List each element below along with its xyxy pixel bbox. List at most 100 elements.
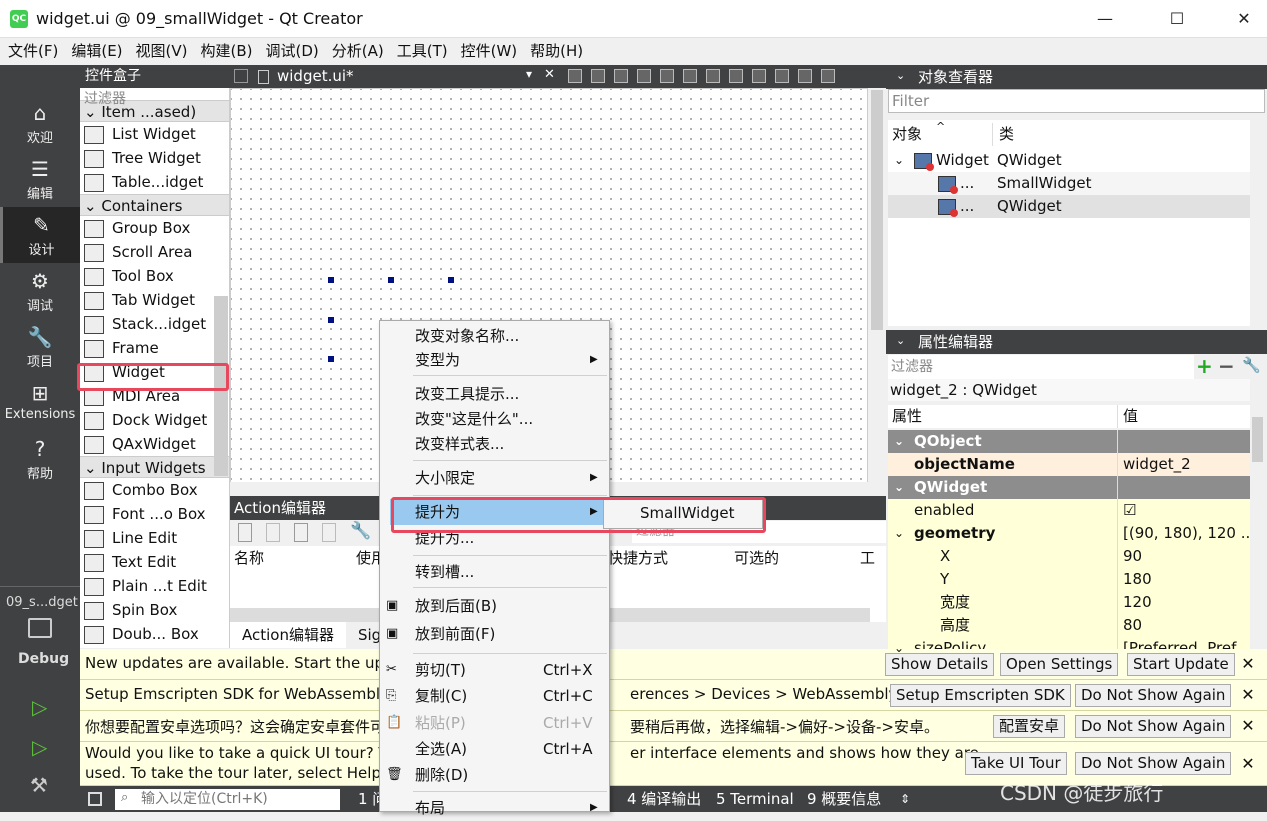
widget-box-item[interactable]: Table...idget — [80, 170, 229, 194]
widget-box-item[interactable]: Plain ...t Edit — [80, 574, 229, 598]
copy-action-icon[interactable] — [266, 523, 280, 542]
menu-item[interactable]: 构建(B) — [196, 38, 258, 65]
toggle-sidebar-icon[interactable] — [88, 792, 102, 806]
wrench-icon[interactable]: 🔧 — [1242, 356, 1261, 374]
maximize-button[interactable]: ☐ — [1154, 0, 1200, 38]
property-row[interactable]: 高度 80 — [888, 614, 1250, 637]
property-value[interactable]: widget_2 — [1120, 453, 1250, 476]
close-icon[interactable]: ✕ — [1240, 654, 1256, 673]
output-pane-button[interactable]: 5 Terminal — [716, 786, 794, 812]
tree-row-child[interactable]: ... SmallWidget — [888, 172, 1250, 195]
edit-buddies-icon[interactable] — [614, 69, 628, 83]
property-scrollbar[interactable] — [1250, 403, 1265, 648]
widget-box-item[interactable]: Stack...idget — [80, 312, 229, 336]
layout-horizontal-icon[interactable] — [660, 69, 674, 83]
mode-项目[interactable]: 🔧 项目 — [0, 319, 80, 375]
layout-vertical-icon[interactable] — [683, 69, 697, 83]
mode-帮助[interactable]: ? 帮助 — [0, 431, 80, 487]
minimize-button[interactable]: — — [1082, 0, 1128, 38]
widget-box-item[interactable]: Spin Box — [80, 598, 229, 622]
selection-handle[interactable] — [328, 356, 334, 362]
expand-arrow-icon[interactable]: ⌄ — [894, 637, 904, 660]
collapse-arrow-icon[interactable]: ⌄ — [84, 459, 101, 477]
run-icon[interactable]: ▷ — [32, 695, 47, 719]
context-menu-item[interactable]: ▣ 放到后面(B) — [380, 593, 609, 619]
property-value[interactable]: [(90, 180), 120 ... — [1120, 522, 1250, 545]
context-menu-item[interactable]: ⎘ 复制(C) Ctrl+C — [380, 683, 609, 709]
add-property-icon[interactable]: + — [1196, 354, 1213, 378]
context-menu-item[interactable]: 改变对象名称... — [380, 323, 609, 349]
canvas-vertical-scrollbar[interactable] — [868, 88, 886, 493]
widget-box-item[interactable]: Doub... Box — [80, 622, 229, 646]
delete-action-icon[interactable] — [322, 523, 336, 542]
monitor-icon[interactable] — [28, 618, 52, 638]
context-menu-item[interactable]: 变型为 ▶ — [380, 347, 609, 373]
menu-item[interactable]: 控件(W) — [456, 38, 523, 65]
chevron-down-icon[interactable]: ▾ — [526, 67, 532, 81]
widget-box-item[interactable]: Group Box — [80, 216, 229, 240]
debug-run-icon[interactable]: ▷ — [32, 735, 47, 759]
mode-编辑[interactable]: ☰ 编辑 — [0, 151, 80, 207]
context-menu-item[interactable]: 改变样式表... — [380, 431, 609, 457]
close-icon[interactable]: ✕ — [1240, 685, 1256, 704]
widget-box-item[interactable]: Font ...o Box — [80, 502, 229, 526]
selection-handle[interactable] — [448, 277, 454, 283]
menu-item[interactable]: 视图(V) — [131, 38, 193, 65]
edit-signals-icon[interactable] — [591, 69, 605, 83]
edit-widgets-icon[interactable] — [568, 69, 582, 83]
property-row[interactable]: objectName widget_2 — [888, 453, 1250, 476]
widget-box-item[interactable]: Tool Box — [80, 264, 229, 288]
locator-input[interactable]: 输入以定位(Ctrl+K) — [115, 789, 340, 810]
widget-box-item[interactable]: Dock Widget — [80, 408, 229, 432]
mode-欢迎[interactable]: ⌂ 欢迎 — [0, 95, 80, 151]
widget-box-item[interactable]: List Widget — [80, 122, 229, 146]
selection-handle[interactable] — [328, 277, 334, 283]
selection-handle[interactable] — [388, 277, 394, 283]
property-filter-input[interactable]: 过滤器 — [888, 355, 1194, 379]
selection-handle[interactable] — [328, 317, 334, 323]
layout-form-icon[interactable] — [775, 69, 789, 83]
paste-action-icon[interactable] — [294, 523, 308, 542]
notification-button[interactable]: Do Not Show Again — [1075, 684, 1232, 707]
object-tree-scrollbar[interactable] — [1250, 120, 1265, 326]
notification-button[interactable]: Do Not Show Again — [1075, 752, 1232, 775]
property-row[interactable]: 宽度 120 — [888, 591, 1250, 614]
splitter-v-icon[interactable] — [729, 69, 743, 83]
widget-box-item[interactable]: Combo Box — [80, 478, 229, 502]
adjust-size-icon[interactable] — [821, 69, 835, 83]
tree-row-selected[interactable]: ... QWidget — [888, 195, 1250, 218]
widget-box-item[interactable]: Tree Widget — [80, 146, 229, 170]
tree-row-widget[interactable]: ⌄ Widget QWidget — [888, 149, 1250, 172]
widget-box-item[interactable]: Tab Widget — [80, 288, 229, 312]
context-menu-item[interactable]: 布局 ▶ — [380, 795, 609, 821]
close-icon[interactable]: ✕ — [1240, 716, 1256, 735]
expand-arrow-icon[interactable]: ⌄ — [894, 476, 904, 499]
context-menu-item[interactable]: ▣ 放到前面(F) — [380, 621, 609, 647]
context-menu-item[interactable]: 大小限定 ▶ — [380, 465, 609, 491]
widget-box-item[interactable]: Text Edit — [80, 550, 229, 574]
object-filter-input[interactable]: Filter — [888, 89, 1265, 113]
collapse-arrow-icon[interactable]: ⌄ — [84, 197, 101, 215]
property-value[interactable]: 120 — [1120, 591, 1250, 614]
close-icon[interactable]: ✕ — [1240, 754, 1256, 773]
menu-item[interactable]: 帮助(H) — [525, 38, 588, 65]
wrench-icon[interactable]: 🔧 — [350, 521, 371, 541]
notification-button[interactable]: Take UI Tour — [965, 752, 1067, 775]
context-menu-item[interactable]: 改变"这是什么"... — [380, 406, 609, 432]
widget-box-item[interactable]: Frame — [80, 336, 229, 360]
close-button[interactable]: ✕ — [1221, 0, 1267, 38]
widget-box-item[interactable]: Scroll Area — [80, 240, 229, 264]
property-row[interactable]: enabled ☑ — [888, 499, 1250, 522]
action-column-header[interactable]: 名称 — [234, 546, 264, 570]
context-menu-item[interactable]: ✂ 剪切(T) Ctrl+X — [380, 657, 609, 683]
remove-property-icon[interactable]: − — [1218, 354, 1235, 378]
notification-button[interactable]: Setup Emscripten SDK — [890, 684, 1071, 707]
build-hammer-icon[interactable]: ⚒ — [30, 773, 48, 797]
kit-project-label[interactable]: 09_s...dget — [6, 595, 78, 610]
expand-arrow-icon[interactable]: ⌄ — [894, 149, 904, 172]
object-tree[interactable]: 对象 ^ 类 ⌄ Widget QWidget ... SmallWidget … — [888, 120, 1250, 326]
layout-grid-icon[interactable] — [752, 69, 766, 83]
action-editor-tab[interactable]: Action编辑器 — [230, 622, 346, 648]
menu-item[interactable]: 分析(A) — [327, 38, 389, 65]
property-row[interactable]: ⌄ QObject — [888, 430, 1250, 453]
